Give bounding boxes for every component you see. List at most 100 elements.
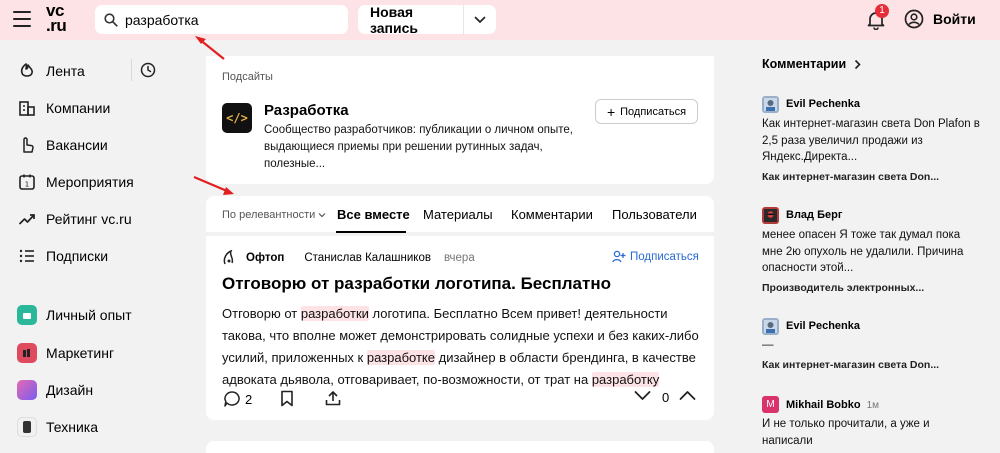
comment-source[interactable]: Как интернет-магазин света Don... (762, 171, 939, 183)
sidebar-item-rating[interactable]: Рейтинг vc.ru (17, 208, 132, 230)
comment-time: 1м (866, 400, 879, 411)
menu-icon[interactable] (13, 11, 31, 27)
sidebar-item-subscriptions[interactable]: Подписки (17, 245, 108, 267)
sidebar-section-personal-experience[interactable]: Личный опыт (17, 304, 132, 326)
next-post-card (206, 441, 714, 453)
chevron-down-icon[interactable] (464, 16, 496, 24)
comment-author[interactable]: Evil Pechenka (786, 98, 860, 110)
feed-icon (17, 61, 37, 81)
comments-header[interactable]: Комментарии (762, 57, 861, 71)
sidebar-item-label: Лента (46, 63, 85, 79)
search-highlight: разработку (591, 372, 660, 387)
new-post-button[interactable]: Новая запись (358, 4, 463, 36)
new-post-group: Новая запись (358, 4, 496, 36)
trend-icon (17, 209, 37, 229)
sidebar-item-label: Дизайн (46, 382, 94, 398)
comment-source[interactable]: Производитель электронных... (762, 282, 924, 294)
share-icon[interactable] (325, 390, 341, 406)
post-category[interactable]: Офтоп (246, 252, 284, 264)
sidebar-divider (131, 59, 132, 81)
comment-author[interactable]: Evil Pechenka (786, 320, 860, 332)
post-author[interactable]: Станислав Калашников (304, 252, 431, 264)
comment-text[interactable]: И не только прочитали, а уже и написали (762, 416, 962, 449)
sidebar-item-vacancies[interactable]: Вакансии (17, 134, 108, 156)
comment-text[interactable]: менее опасен Я тоже так думал пока мне 2… (762, 227, 982, 277)
search-icon (104, 12, 118, 27)
sidebar-item-label: Личный опыт (46, 307, 132, 323)
tab-comments[interactable]: Комментарии (511, 207, 593, 222)
post-subscribe-button[interactable]: Подписаться (612, 250, 699, 263)
comments-title: Комментарии (762, 57, 847, 71)
notification-badge: 1 (875, 4, 889, 18)
post-header: Офтоп Станислав Калашников вчера (222, 250, 475, 266)
search-input[interactable] (125, 11, 325, 28)
comments-count: 2 (245, 391, 253, 407)
active-tab-indicator (336, 231, 406, 233)
comment-author-name: Влад Берг (786, 209, 843, 221)
personal-experience-icon (17, 305, 37, 325)
comment-text[interactable]: — (762, 337, 982, 354)
downvote-icon[interactable] (634, 390, 651, 401)
sort-dropdown[interactable]: По релевантности (222, 209, 326, 221)
comment-source[interactable]: Как интернет-магазин света Don... (762, 359, 939, 371)
top-bar: vc .ru Новая запись 1 Войти (0, 0, 1000, 40)
sidebar: Лента Компании Вакансии 1 Мероприятия Ре… (0, 40, 195, 453)
sidebar-item-label: Подписки (46, 248, 109, 264)
sidebar-section-tech[interactable]: Техника (17, 416, 98, 438)
plus-icon: + (606, 103, 616, 120)
sidebar-item-label: Техника (46, 419, 99, 435)
building-icon (17, 98, 37, 118)
svg-text:1: 1 (25, 181, 29, 189)
avatar[interactable] (762, 96, 779, 113)
tab-all[interactable]: Все вместе (337, 207, 410, 222)
tech-icon (17, 417, 37, 437)
sidebar-item-feed[interactable]: Лента (17, 60, 85, 82)
site-logo[interactable]: vc .ru (46, 2, 82, 34)
sidebar-item-events[interactable]: 1 Мероприятия (17, 171, 134, 193)
subscribe-label: Подписаться (620, 105, 687, 118)
login-label: Войти (933, 11, 976, 27)
avatar[interactable] (762, 207, 779, 224)
subsite-description: Сообщество разработчиков: публикации о л… (264, 124, 573, 170)
marketing-icon (17, 343, 37, 363)
chevron-down-icon (318, 213, 326, 218)
design-icon (17, 380, 37, 400)
login-button[interactable]: Войти (904, 9, 976, 29)
bookmark-icon[interactable] (280, 390, 294, 407)
comment-author[interactable]: Влад Берг (786, 209, 842, 221)
avatar[interactable] (762, 318, 779, 335)
subsite-title[interactable]: Разработка (264, 102, 349, 119)
post-title[interactable]: Отговорю от разработки логотипа. Бесплат… (222, 274, 611, 294)
sidebar-section-design[interactable]: Дизайн (17, 379, 93, 401)
search-box[interactable] (95, 5, 348, 34)
post-subscribe-label: Подписаться (630, 250, 699, 263)
comment-author-name: Evil Pechenka (786, 98, 860, 110)
search-highlight: разработке (366, 350, 435, 365)
pointer-icon (17, 135, 37, 155)
code-icon[interactable]: </> (222, 103, 252, 133)
post-body[interactable]: Отговорю от разработки логотипа. Бесплат… (222, 303, 702, 391)
user-icon (904, 9, 924, 29)
subsites-label: Подсайты (222, 71, 273, 83)
comment-icon (224, 391, 240, 407)
tab-materials[interactable]: Материалы (423, 207, 493, 222)
sort-label: По релевантности (222, 209, 316, 221)
sidebar-item-label: Вакансии (46, 137, 108, 153)
calendar-icon: 1 (17, 172, 37, 192)
post-time: вчера (443, 252, 475, 264)
subsite-subscribe-button[interactable]: + Подписаться (595, 99, 698, 124)
chevron-right-icon (855, 59, 861, 69)
list-icon (17, 246, 37, 266)
offtop-icon (223, 250, 234, 265)
search-highlight: разработки (300, 306, 369, 321)
sidebar-item-companies[interactable]: Компании (17, 97, 110, 119)
tab-users[interactable]: Пользователи (612, 207, 697, 222)
sidebar-section-marketing[interactable]: Маркетинг (17, 342, 114, 364)
comment-author[interactable]: Mikhail Bobko 1м (786, 399, 879, 411)
avatar[interactable]: M (762, 396, 779, 413)
upvote-icon[interactable] (679, 390, 696, 401)
clock-icon[interactable] (140, 62, 156, 83)
comment-text[interactable]: Как интернет-магазин света Don Plafon в … (762, 116, 982, 166)
sidebar-item-label: Рейтинг vc.ru (46, 211, 132, 227)
comments-button[interactable]: 2 (223, 390, 252, 408)
